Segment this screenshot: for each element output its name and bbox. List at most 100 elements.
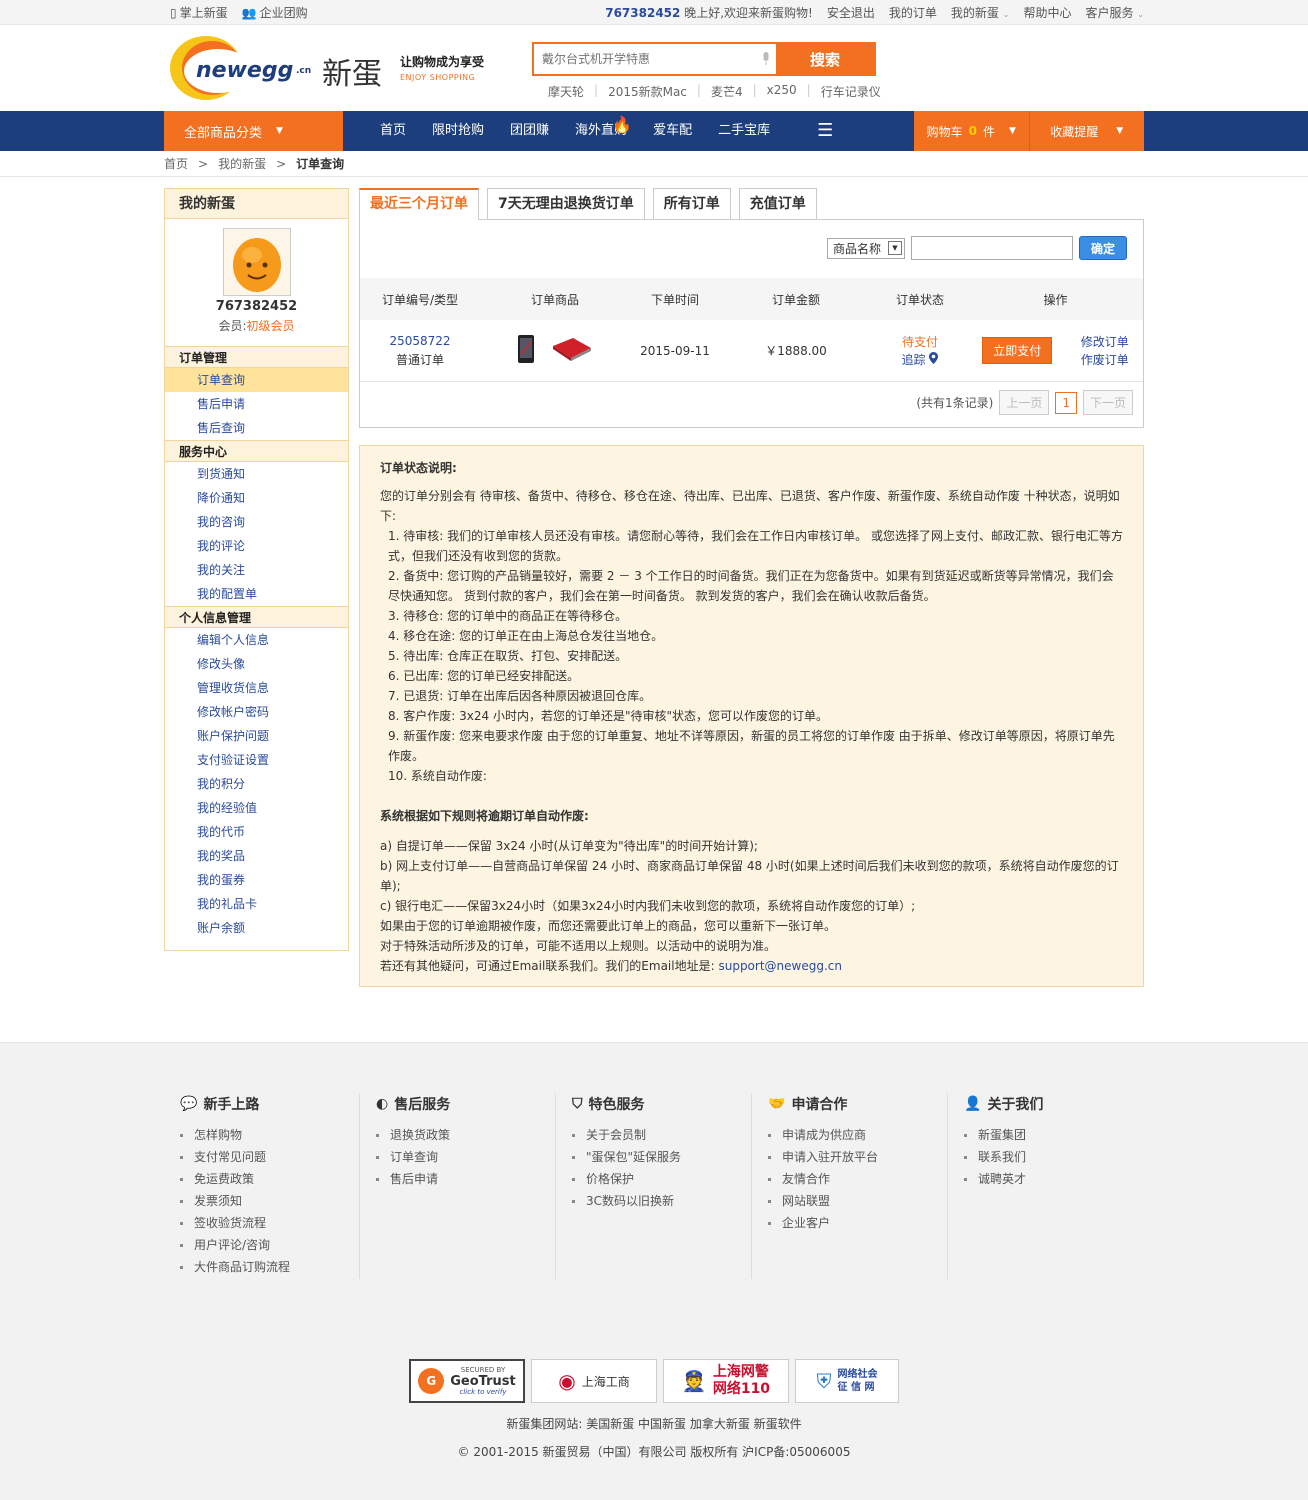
footer-link[interactable]: 售后申请 [376,1168,555,1190]
logout-link[interactable]: 安全退出 [827,4,875,21]
service-menu[interactable]: 客户服务 ⌄ [1085,4,1144,21]
tab-recent-3-months[interactable]: 最近三个月订单 [359,188,479,220]
nav-group-buy[interactable]: 团团赚 [497,111,562,151]
order-id-link[interactable]: 25058722 [389,334,450,348]
favorites-button[interactable]: 收藏提醒 ▼ [1030,111,1145,151]
gongshang-badge[interactable]: ◉ 上海工商 [531,1359,657,1403]
hotword[interactable]: 行车记录仪 [811,83,891,100]
police-badge[interactable]: 👮 上海网警 网络110 [663,1359,789,1403]
newegg-logo[interactable]: newegg .cn [168,35,328,101]
footer-link[interactable]: 价格保护 [572,1168,751,1190]
enterprise-link[interactable]: 👥 企业团购 [242,4,308,21]
hotword[interactable]: x250 [757,83,807,100]
sidebar-item[interactable]: 我的配置单 [165,582,348,606]
sidebar-item[interactable]: 管理收货信息 [165,676,348,700]
sidebar-item[interactable]: 我的评论 [165,534,348,558]
footer-link[interactable]: "蛋保包"延保服务 [572,1146,751,1168]
track-link[interactable]: 追踪 [902,351,939,367]
sidebar-item-aftersale-apply[interactable]: 售后申请 [165,392,348,416]
footer-link[interactable]: 申请入驻开放平台 [768,1146,947,1168]
my-newegg-menu[interactable]: 我的新蛋 ⌄ [951,4,1010,21]
help-link[interactable]: 帮助中心 [1023,4,1071,21]
nav-car[interactable]: 爱车配 [640,111,705,151]
footer-link[interactable]: 大件商品订购流程 [180,1256,359,1278]
sidebar-item[interactable]: 我的礼品卡 [165,892,348,916]
footer-link[interactable]: 免运费政策 [180,1168,359,1190]
breadcrumb-home[interactable]: 首页 [164,157,188,171]
page-number[interactable]: 1 [1055,391,1077,414]
tab-recharge[interactable]: 充值订单 [738,188,817,219]
footer-link[interactable]: 3C数码以旧换新 [572,1190,751,1212]
sidebar-item[interactable]: 我的蛋券 [165,868,348,892]
sidebar-item[interactable]: 我的代币 [165,820,348,844]
footer-link[interactable]: 订单查询 [376,1146,555,1168]
footer-link[interactable]: 新蛋集团 [964,1124,1144,1146]
hotword[interactable]: 摩天轮 [538,83,594,100]
tab-all-orders[interactable]: 所有订单 [652,188,731,219]
breadcrumb-mynewegg[interactable]: 我的新蛋 [218,157,266,171]
nav-home[interactable]: 首页 [367,111,419,151]
sidebar-item[interactable]: 我的关注 [165,558,348,582]
footer-link[interactable]: 退换货政策 [376,1124,555,1146]
sidebar-item[interactable]: 账户余额 [165,916,348,940]
nav-flash-sale[interactable]: 限时抢购 [419,111,497,151]
credit-badge[interactable]: ⛨ 网络社会征 信 网 [795,1359,899,1403]
sidebar-item[interactable]: 到货通知 [165,462,348,486]
group-sites[interactable]: 新蛋集团网站: 美国新蛋 中国新蛋 加拿大新蛋 新蛋软件 [0,1415,1308,1432]
footer-link[interactable]: 怎样购物 [180,1124,359,1146]
product-laptop-thumbnail[interactable] [551,336,593,365]
nav-overseas[interactable]: 海外直购 🔥 [562,111,640,151]
tab-7day-return[interactable]: 7天无理由退换货订单 [487,188,645,219]
prev-page-button[interactable]: 上一页 [999,390,1050,415]
sidebar-item[interactable]: 修改帐户密码 [165,700,348,724]
shield-icon: ⛉ [572,1096,583,1112]
next-page-button[interactable]: 下一页 [1082,390,1133,415]
footer-link[interactable]: 关于会员制 [572,1124,751,1146]
footer-link[interactable]: 用户评论/咨询 [180,1234,359,1256]
footer-link[interactable]: 企业客户 [768,1212,947,1234]
mobile-link[interactable]: ▯ 掌上新蛋 [170,4,228,21]
sidebar: 我的新蛋 767382452 会员:初级会员 订单管理 订单查询 售后申请 售后… [164,188,349,951]
sidebar-item[interactable]: 账户保护问题 [165,724,348,748]
cart-button[interactable]: 购物车 0 件 ▼ [914,111,1030,151]
avatar[interactable] [222,228,291,296]
sidebar-item-aftersale-query[interactable]: 售后查询 [165,416,348,440]
footer-link[interactable]: 诚聘英才 [964,1168,1144,1190]
search-input[interactable] [534,44,756,74]
menu-icon[interactable]: ☰ [817,111,833,151]
footer-link[interactable]: 签收验货流程 [180,1212,359,1234]
police-icon: 👮 [681,1369,707,1393]
nav-second-hand[interactable]: 二手宝库 [705,111,783,151]
product-phone-thumbnail[interactable] [517,334,535,367]
footer-link[interactable]: 联系我们 [964,1146,1144,1168]
all-categories-menu[interactable]: 全部商品分类 ▼ [164,111,343,151]
search-button[interactable]: 搜索 [776,44,874,74]
username[interactable]: 767382452 [605,6,680,20]
sidebar-item-order-query[interactable]: 订单查询 [165,368,348,392]
sidebar-item[interactable]: 我的积分 [165,772,348,796]
support-email-link[interactable]: support@newegg.cn [718,959,842,973]
modify-order-link[interactable]: 修改订单 [1081,335,1129,349]
sidebar-item[interactable]: 我的奖品 [165,844,348,868]
footer-link[interactable]: 网站联盟 [768,1190,947,1212]
hotword[interactable]: 麦芒4 [701,83,753,100]
filter-select[interactable]: 商品名称 ▼ [827,237,905,259]
sidebar-item[interactable]: 修改头像 [165,652,348,676]
hotword[interactable]: 2015新款Mac [598,83,697,100]
footer-link[interactable]: 友情合作 [768,1168,947,1190]
sidebar-item[interactable]: 降价通知 [165,486,348,510]
confirm-button[interactable]: 确定 [1079,236,1127,260]
sidebar-item[interactable]: 我的经验值 [165,796,348,820]
geotrust-badge[interactable]: G SECURED BY GeoTrust click to verify [409,1359,525,1403]
microphone-icon[interactable] [756,44,776,74]
sidebar-item[interactable]: 我的咨询 [165,510,348,534]
footer-link[interactable]: 发票须知 [180,1190,359,1212]
footer-link[interactable]: 支付常见问题 [180,1146,359,1168]
pay-now-button[interactable]: 立即支付 [982,337,1053,364]
footer-link[interactable]: 申请成为供应商 [768,1124,947,1146]
cancel-order-link[interactable]: 作废订单 [1081,353,1129,367]
filter-input[interactable] [911,236,1073,260]
sidebar-item[interactable]: 编辑个人信息 [165,628,348,652]
my-orders-link[interactable]: 我的订单 [889,4,937,21]
sidebar-item[interactable]: 支付验证设置 [165,748,348,772]
